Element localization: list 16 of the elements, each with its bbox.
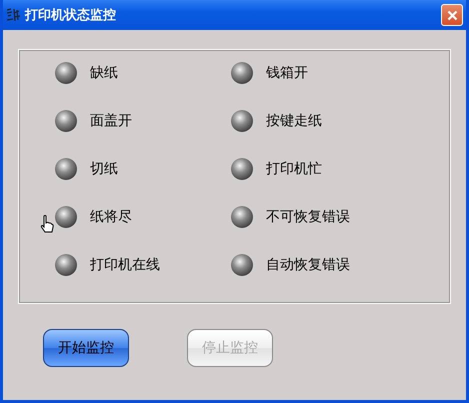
close-button[interactable] xyxy=(441,4,463,26)
window-title: 打印机状态监控 xyxy=(25,7,117,24)
indicator-label: 钱箱开 xyxy=(266,64,308,82)
indicator-label: 不可恢复错误 xyxy=(266,208,350,226)
indicator-label: 打印机在线 xyxy=(90,256,160,274)
indicator-label: 面盖开 xyxy=(90,112,132,130)
indicator-label: 纸将尽 xyxy=(90,208,132,226)
indicator-label: 缺纸 xyxy=(90,64,118,82)
start-button[interactable]: 开始监控 xyxy=(43,329,129,367)
close-icon xyxy=(446,10,458,20)
hand-cursor-icon xyxy=(40,215,54,235)
app-icon xyxy=(5,7,21,23)
indicator-label: 打印机忙 xyxy=(266,160,322,178)
indicator-label: 自动恢复错误 xyxy=(266,256,350,274)
indicator-label: 切纸 xyxy=(90,160,118,178)
indicator-label: 按键走纸 xyxy=(266,112,322,130)
